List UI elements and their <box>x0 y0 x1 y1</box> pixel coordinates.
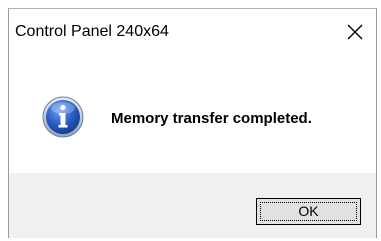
dialog-message: Memory transfer completed. <box>111 110 312 127</box>
dialog-title: Control Panel 240x64 <box>15 23 169 40</box>
close-icon <box>347 24 363 40</box>
title-bar[interactable]: Control Panel 240x64 <box>9 9 376 55</box>
button-bar: OK <box>9 173 376 238</box>
dialog-content: Memory transfer completed. <box>9 55 376 173</box>
ok-button-label: OK <box>298 203 319 219</box>
close-button[interactable] <box>334 9 376 55</box>
ok-button[interactable]: OK <box>256 198 361 225</box>
info-icon <box>42 96 84 138</box>
message-dialog: Control Panel 240x64 Memory transfer com… <box>8 8 377 238</box>
page: Control Panel 240x64 Memory transfer com… <box>0 0 381 241</box>
